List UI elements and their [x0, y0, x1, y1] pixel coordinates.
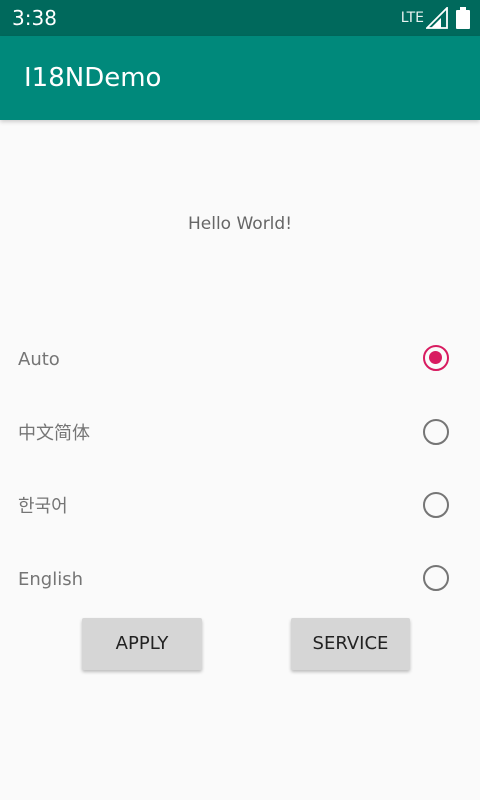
greeting-text: Hello World! [187, 214, 293, 234]
language-option-label: Auto [18, 349, 60, 370]
language-option-english[interactable]: English [0, 554, 480, 606]
language-option-label: English [18, 569, 83, 590]
language-option-auto[interactable]: Auto [0, 334, 480, 386]
language-option-korean[interactable]: 한국어 [0, 481, 480, 533]
battery-icon [456, 7, 470, 29]
app-toolbar: I18NDemo [0, 36, 480, 120]
service-button[interactable]: SERVICE [291, 618, 410, 670]
status-icons: LTE [401, 6, 470, 30]
status-time: 3:38 [12, 6, 57, 30]
network-type-label: LTE [400, 10, 424, 26]
app-title: I18NDemo [24, 63, 162, 93]
app-screen: 3:38 LTE I18NDemo Hello World! Auto 中文简体… [0, 0, 480, 800]
language-option-chinese[interactable]: 中文简体 [0, 408, 480, 460]
language-option-label: 한국어 [18, 496, 68, 517]
signal-icon [426, 7, 448, 29]
radio-button-checked[interactable] [423, 345, 449, 371]
radio-button[interactable] [423, 565, 449, 591]
language-option-label: 中文简体 [18, 423, 90, 444]
radio-button[interactable] [423, 492, 449, 518]
apply-button[interactable]: APPLY [82, 618, 202, 670]
status-bar: 3:38 LTE [0, 0, 480, 36]
radio-button[interactable] [423, 419, 449, 445]
radio-selected-dot [429, 351, 442, 364]
